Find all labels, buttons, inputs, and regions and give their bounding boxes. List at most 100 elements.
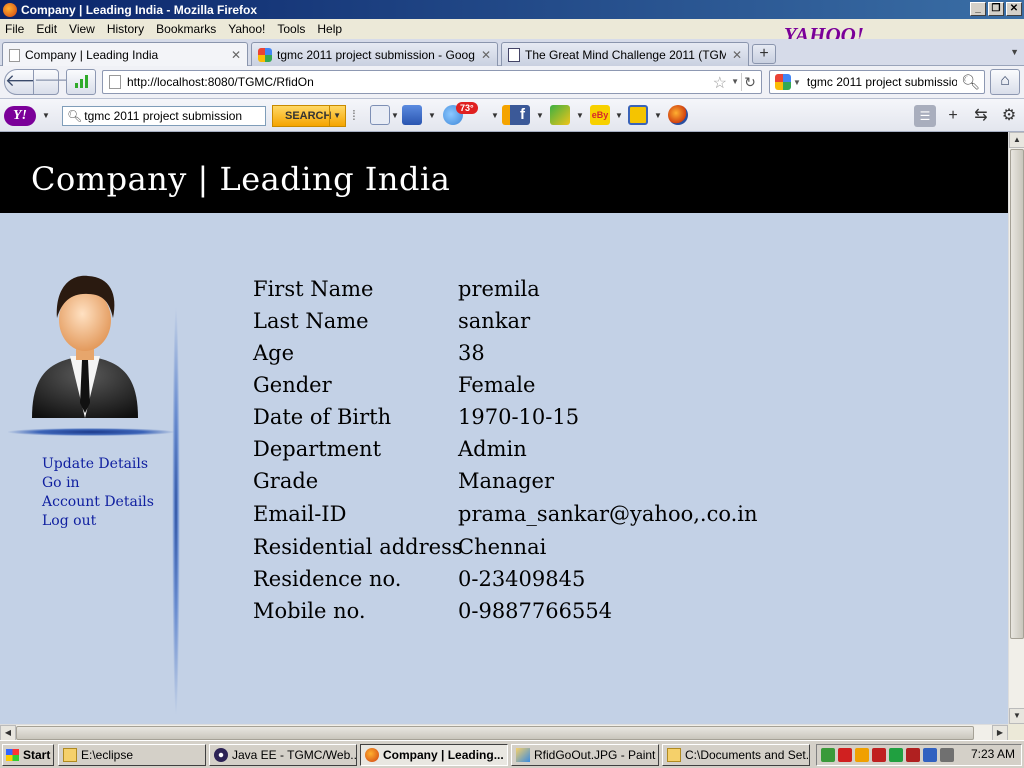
close-window-button[interactable]: ✕ [1006,2,1022,16]
task-eclipse-folder[interactable]: E:\eclipse [58,744,206,766]
settings-gear-icon[interactable]: ⚙ [998,105,1020,127]
yahoo-search-button[interactable]: SEARCH ▼ [272,105,346,127]
detail-row: First Name premila [253,273,758,305]
firefox-addon-icon[interactable] [668,105,688,125]
windows-logo-icon [6,749,19,761]
scroll-left-icon[interactable]: ◀ [0,725,16,741]
notepad-icon[interactable] [550,105,570,125]
url-history-dropdown-icon[interactable]: ▼ [731,77,739,86]
menu-edit[interactable]: Edit [30,22,63,36]
ebay-dropdown-icon[interactable]: ▼ [615,111,623,120]
tray-volume-icon[interactable] [940,748,954,762]
tray-antivirus-icon[interactable] [838,748,852,762]
restore-button[interactable]: ❐ [988,2,1004,16]
folder-icon [667,748,681,762]
log-out-link[interactable]: Log out [42,512,154,531]
search-magnifier-icon[interactable]: 🔍︎ [961,73,980,91]
scroll-up-icon[interactable]: ▲ [1009,132,1024,148]
clock: 7:23 AM [970,747,1015,761]
detail-value: Manager [458,469,554,493]
task-firefox-company[interactable]: Company | Leading... [360,744,508,766]
yahoo-logo-button[interactable]: Y! [4,106,36,126]
task-documents-folder[interactable]: C:\Documents and Set... [662,744,810,766]
engine-dropdown-icon[interactable]: ▼ [793,78,801,87]
browser-search-input[interactable] [806,75,957,89]
shopping-dropdown-icon[interactable]: ▼ [654,111,662,120]
home-button[interactable]: ⌂ [990,69,1020,95]
task-java-ee[interactable]: Java EE - TGMC/Web... [209,744,357,766]
go-in-link[interactable]: Go in [42,474,154,493]
menu-help[interactable]: Help [311,22,348,36]
tray-app-icon[interactable] [889,748,903,762]
ebay-icon[interactable]: eBy [590,105,610,125]
search-options-dropdown-icon[interactable]: ▼ [329,106,341,126]
url-input[interactable] [127,75,687,89]
menu-view[interactable]: View [63,22,101,36]
menu-file[interactable]: File [0,22,30,36]
swap-icon[interactable]: ⇆ [970,105,992,127]
facebook-icon[interactable]: f [502,105,530,125]
mail-icon[interactable] [402,105,422,125]
bookmarks-dropdown-icon[interactable]: ▼ [391,111,399,120]
browser-search-bar[interactable]: ▼ 🔍︎ [769,70,985,94]
detail-label: Gender [253,373,332,397]
horizontal-scroll-thumb[interactable] [16,726,974,740]
tray-tools-icon[interactable] [923,748,937,762]
tray-update-icon[interactable] [855,748,869,762]
notepad-dropdown-icon[interactable]: ▼ [576,111,584,120]
vertical-scrollbar[interactable]: ▲ ▼ [1008,132,1024,724]
tray-messenger-icon[interactable] [906,748,920,762]
shopping-icon[interactable] [628,105,648,125]
facebook-dropdown-icon[interactable]: ▼ [536,111,544,120]
yahoo-menu-dropdown-icon[interactable]: ▼ [42,111,50,120]
tab-google-search[interactable]: tgmc 2011 project submission - Google S.… [251,42,498,66]
scroll-right-icon[interactable]: ▶ [992,725,1008,741]
signal-bars-button[interactable] [66,69,96,95]
menu-history[interactable]: History [101,22,150,36]
bookmarks-icon[interactable] [370,105,390,125]
horizontal-scrollbar[interactable]: ◀ ▶ [0,724,1008,741]
update-details-link[interactable]: Update Details [42,455,154,474]
minimize-button[interactable]: _ [970,2,986,16]
start-button[interactable]: Start [2,744,54,766]
weather-dropdown-icon[interactable]: ▼ [491,111,499,120]
firefox-icon [3,2,17,17]
scroll-down-icon[interactable]: ▼ [1009,708,1024,724]
close-tab-icon[interactable]: ✕ [231,48,241,62]
close-tab-icon[interactable]: ✕ [732,48,742,62]
menu-yahoo[interactable]: Yahoo! [222,22,271,36]
vertical-scroll-thumb[interactable] [1010,149,1024,639]
menu-bookmarks[interactable]: Bookmarks [150,22,222,36]
detail-row: Department Admin [253,433,758,465]
detail-label: Grade [253,469,319,493]
back-button[interactable]: 🡐 [4,69,51,95]
menu-tools[interactable]: Tools [271,22,311,36]
task-label: Java EE - TGMC/Web... [232,748,357,762]
task-paint[interactable]: RfidGoOut.JPG - Paint [511,744,659,766]
tab-tgmc[interactable]: The Great Mind Challenge 2011 (TGMC 2...… [501,42,749,66]
detail-label: Age [253,341,295,365]
reload-icon[interactable]: ↻ [741,73,758,91]
new-tab-button[interactable]: + [752,44,776,64]
account-details-link[interactable]: Account Details [42,493,154,512]
detail-label: Mobile no. [253,599,366,623]
toolbar-list-icon[interactable]: ☰ [914,105,936,127]
bookmark-star-icon[interactable]: ☆ [713,73,727,93]
url-bar[interactable]: ☆ ▼ ↻ [102,70,762,94]
yahoo-search-box[interactable]: 🔍︎ [62,106,266,126]
toolbar-grip-icon[interactable]: ⁞ [352,105,364,125]
tray-network-icon[interactable] [821,748,835,762]
yahoo-toolbar: Y! ▼ 🔍︎ SEARCH ▼ ⁞ ▼ ▼ 73° ▼ f ▼ ▼ eBy ▼… [0,99,1024,132]
window-title: Company | Leading India - Mozilla Firefo… [21,2,258,17]
google-engine-icon[interactable] [775,74,791,90]
tab-company-leading-india[interactable]: Company | Leading India ✕ [2,42,248,67]
forward-button[interactable]: 🡒 [33,69,74,95]
close-tab-icon[interactable]: ✕ [481,48,491,62]
search-icon: 🔍︎ [67,109,83,123]
yahoo-search-input[interactable] [84,109,265,123]
mail-dropdown-icon[interactable]: ▼ [428,111,436,120]
tray-mail-icon[interactable] [872,748,886,762]
list-all-tabs-icon[interactable]: ▼ [1010,47,1019,57]
add-button-icon[interactable]: + [942,105,964,127]
tab-bar: Company | Leading India ✕ tgmc 2011 proj… [0,39,1024,67]
